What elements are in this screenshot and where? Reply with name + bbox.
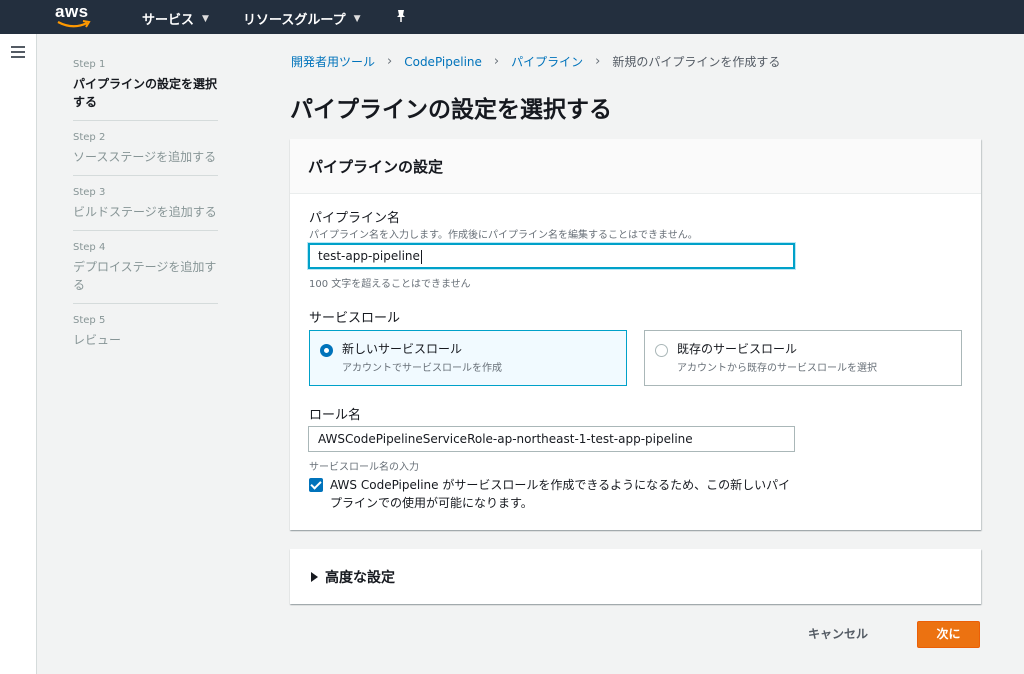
pipeline-name-constraint: 100 文字を超えることはできません	[309, 279, 471, 290]
pipeline-name-label: パイプライン名	[309, 211, 401, 226]
pipeline-name-description: パイプライン名を入力します。作成後にパイプライン名を編集することはできません。	[309, 230, 698, 241]
step-number: Step 2	[73, 132, 106, 143]
breadcrumb: 開発者用ツール › CodePipeline › パイプライン › 新規のパイプ…	[291, 53, 780, 70]
chevron-down-icon: ▼	[202, 13, 209, 24]
wizard-step-1: Step 1 パイプラインの設定を選択する	[73, 56, 218, 121]
existing-service-role-title: 既存のサービスロール	[677, 342, 798, 356]
chevron-down-icon: ▼	[353, 13, 361, 24]
new-service-role-description: アカウントでサービスロールを作成	[342, 363, 502, 374]
page-title: パイプラインの設定を選択する	[290, 97, 612, 123]
aws-logo[interactable]: aws	[55, 2, 95, 32]
next-button[interactable]: 次に	[917, 621, 980, 648]
radio-button[interactable]	[655, 344, 668, 357]
aws-smile-icon	[57, 20, 91, 28]
chevron-right-icon: ›	[387, 54, 393, 69]
step-number: Step 3	[73, 187, 106, 198]
breadcrumb-link-pipelines[interactable]: パイプライン	[511, 53, 583, 70]
step-number: Step 4	[73, 242, 106, 253]
step-title: パイプラインの設定を選択する	[73, 77, 218, 109]
role-name-description: サービスロール名の入力	[309, 462, 419, 473]
chevron-right-icon: ›	[595, 54, 601, 69]
wizard-step-4: Step 4 デプロイステージを追加する	[73, 239, 218, 304]
wizard-steps: Step 1 パイプラインの設定を選択する Step 2 ソースステージを追加す…	[73, 56, 218, 366]
role-name-value: AWSCodePipelineServiceRole-ap-northeast-…	[318, 432, 693, 446]
new-service-role-title: 新しいサービスロール	[342, 342, 463, 356]
step-number: Step 1	[73, 59, 106, 70]
pipeline-settings-container: パイプラインの設定 パイプライン名 パイプライン名を入力します。作成後にパイプラ…	[290, 139, 981, 530]
advanced-settings-label: 高度な設定	[325, 570, 395, 586]
pin-icon[interactable]	[392, 8, 408, 24]
allow-service-role-label[interactable]: AWS CodePipeline がサービスロールを作成できるようになるため、こ…	[330, 476, 800, 512]
side-navigation-strip	[0, 34, 37, 674]
step-number: Step 5	[73, 315, 106, 326]
step-title: ビルドステージを追加する	[73, 205, 217, 219]
service-role-label: サービスロール	[309, 311, 401, 326]
existing-service-role-option[interactable]: 既存のサービスロール アカウントから既存のサービスロールを選択	[644, 330, 962, 386]
resource-groups-menu[interactable]: リソースグループ ▼	[243, 9, 361, 28]
services-menu-label: サービス	[142, 13, 195, 28]
wizard-step-2: Step 2 ソースステージを追加する	[73, 129, 218, 176]
caret-right-icon	[311, 572, 318, 582]
role-name-input[interactable]: AWSCodePipelineServiceRole-ap-northeast-…	[308, 426, 795, 452]
resource-groups-menu-label: リソースグループ	[243, 13, 346, 28]
chevron-right-icon: ›	[493, 54, 500, 69]
step-title: ソースステージを追加する	[73, 150, 217, 164]
pipeline-settings-header: パイプラインの設定	[290, 139, 981, 194]
advanced-settings-toggle[interactable]: 高度な設定	[311, 567, 395, 587]
radio-button-checked[interactable]	[320, 344, 333, 357]
role-name-label: ロール名	[309, 408, 362, 423]
text-caret	[420, 249, 422, 264]
breadcrumb-current: 新規のパイプラインを作成する	[612, 55, 781, 69]
wizard-step-5: Step 5 レビュー	[73, 312, 218, 358]
cancel-button[interactable]: キャンセル	[797, 621, 879, 648]
step-title: デプロイステージを追加する	[73, 260, 217, 292]
allow-service-role-checkbox[interactable]	[309, 478, 323, 492]
breadcrumb-link-developer-tools[interactable]: 開発者用ツール	[291, 53, 375, 70]
advanced-settings-container: 高度な設定	[290, 549, 981, 604]
hamburger-menu-icon[interactable]	[11, 46, 25, 58]
services-menu[interactable]: サービス ▼	[142, 9, 209, 28]
top-navigation-bar: aws サービス ▼ リソースグループ ▼	[0, 0, 1024, 34]
existing-service-role-description: アカウントから既存のサービスロールを選択	[677, 363, 877, 374]
breadcrumb-link-codepipeline[interactable]: CodePipeline	[404, 55, 482, 69]
step-title: レビュー	[73, 333, 122, 347]
pipeline-name-value: test-app-pipeline	[318, 249, 420, 263]
new-service-role-option[interactable]: 新しいサービスロール アカウントでサービスロールを作成	[309, 330, 627, 386]
wizard-step-3: Step 3 ビルドステージを追加する	[73, 184, 218, 231]
pipeline-name-input[interactable]: test-app-pipeline	[308, 243, 795, 269]
aws-logo-text: aws	[55, 2, 89, 21]
